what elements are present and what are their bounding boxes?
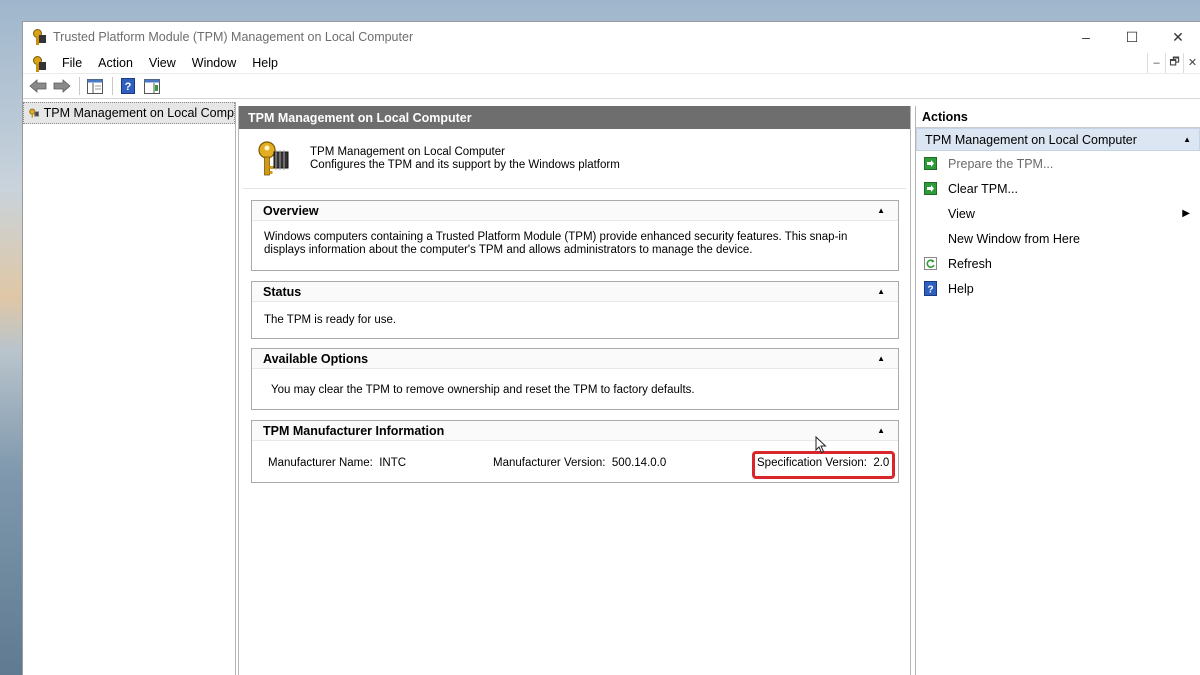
help-book-icon: ? [923,281,937,296]
action-label: Refresh [948,256,992,271]
action-view[interactable]: View ▶ [916,201,1200,226]
overview-title: Overview [263,203,319,218]
close-button[interactable]: ✕ [1155,22,1200,52]
collapse-icon[interactable]: ▲ [877,206,885,215]
menu-file[interactable]: File [54,56,90,70]
mouse-cursor-icon [815,436,827,454]
mdi-close-button[interactable]: ✕ [1183,52,1200,73]
overview-header[interactable]: Overview ▲ [252,201,898,221]
available-options-section: Available Options ▲ You may clear the TP… [251,348,899,410]
toolbar-separator [112,77,113,95]
intro-title: TPM Management on Local Computer [310,145,505,158]
toolbar-separator [79,77,80,95]
minimize-button[interactable]: – [1063,22,1109,52]
action-new-window[interactable]: New Window from Here [916,226,1200,251]
available-options-title: Available Options [263,351,369,366]
refresh-icon [923,257,937,271]
svg-text:?: ? [927,285,933,296]
snapin-intro: TPM Management on Local Computer Configu… [243,129,906,189]
results-pane: TPM Management on Local Computer TPM Man… [238,106,911,675]
mdi-restore-button[interactable]: 🗗 [1165,52,1183,73]
menu-view[interactable]: View [141,56,184,70]
svg-text:?: ? [125,81,132,93]
manufacturer-name-label: Manufacturer Name: [268,457,373,469]
actions-group-label: TPM Management on Local Computer [925,132,1137,147]
action-label: Clear TPM... [948,181,1018,196]
tpm-app-icon[interactable] [32,29,46,45]
tree-item-label: TPM Management on Local Comp [43,106,234,120]
action-label: New Window from Here [948,231,1080,246]
collapse-icon[interactable]: ▲ [877,287,885,296]
available-options-header[interactable]: Available Options ▲ [252,349,898,369]
actions-pane: Actions TPM Management on Local Computer… [915,106,1200,675]
collapse-icon[interactable]: ▲ [1183,135,1191,144]
action-prepare-tpm[interactable]: Prepare the TPM... [916,151,1200,176]
manufacturer-name-value: INTC [379,457,407,469]
menu-window[interactable]: Window [184,56,244,70]
arrow-left-icon [29,79,47,93]
system-menu-icon[interactable] [32,55,46,72]
menu-action[interactable]: Action [90,56,141,70]
actions-group-header[interactable]: TPM Management on Local Computer ▲ [916,128,1200,151]
collapse-icon[interactable]: ▲ [877,354,885,363]
intro-description: Configures the TPM and its support by th… [310,158,620,171]
manufacturer-header[interactable]: TPM Manufacturer Information ▲ [252,421,898,441]
back-button[interactable] [27,76,49,96]
action-label: Prepare the TPM... [948,156,1054,171]
highlight-box [752,451,895,479]
overview-text: Windows computers containing a Trusted P… [264,231,848,256]
action-refresh[interactable]: Refresh [916,251,1200,276]
status-text: The TPM is ready for use. [264,314,397,326]
manufacturer-name: Manufacturer Name: INTC [268,457,406,469]
status-title: Status [263,284,302,299]
manufacturer-title: TPM Manufacturer Information [263,423,445,438]
maximize-button[interactable]: ☐ [1109,22,1155,52]
mdi-minimize-button[interactable]: – [1147,52,1165,73]
menu-help[interactable]: Help [244,56,286,70]
green-arrow-icon [923,182,937,196]
window-title: Trusted Platform Module (TPM) Management… [53,30,414,44]
action-pane-icon [144,78,160,94]
status-header[interactable]: Status ▲ [252,282,898,302]
console-tree-icon [87,78,103,94]
show-hide-action-pane-button[interactable] [141,76,163,96]
help-book-icon: ? [121,78,135,94]
tree-item-tpm-management[interactable]: TPM Management on Local Comp [23,102,235,124]
mmc-window: Trusted Platform Module (TPM) Management… [22,21,1200,675]
tpm-key-icon [29,108,39,118]
tpm-key-chip-icon [258,140,289,175]
status-section: Status ▲ The TPM is ready for use. [251,281,899,339]
help-button[interactable]: ? [117,76,139,96]
green-arrow-icon [923,157,937,171]
manufacturer-version-label: Manufacturer Version: [493,457,606,469]
actions-header: Actions [916,106,1200,128]
collapse-icon[interactable]: ▲ [877,426,885,435]
console-tree: TPM Management on Local Comp [23,102,236,675]
results-pane-header: TPM Management on Local Computer [239,106,910,129]
manufacturer-section: TPM Manufacturer Information ▲ Manufactu… [251,420,899,483]
action-label: View [948,206,975,221]
submenu-arrow-icon: ▶ [1182,208,1190,219]
forward-button[interactable] [51,76,73,96]
menu-bar: File Action View Window Help – 🗗 ✕ [23,52,1200,74]
title-bar[interactable]: Trusted Platform Module (TPM) Management… [23,22,1200,52]
action-help[interactable]: ? Help [916,276,1200,301]
manufacturer-version: Manufacturer Version: 500.14.0.0 [493,457,666,469]
manufacturer-version-value: 500.14.0.0 [611,457,667,469]
arrow-right-icon [53,79,71,93]
available-options-text: You may clear the TPM to remove ownershi… [271,384,695,396]
action-clear-tpm[interactable]: Clear TPM... [916,176,1200,201]
action-label: Help [948,281,974,296]
overview-section: Overview ▲ Windows computers containing … [251,200,899,271]
toolbar: ? [23,74,1200,99]
show-hide-console-tree-button[interactable] [84,76,106,96]
